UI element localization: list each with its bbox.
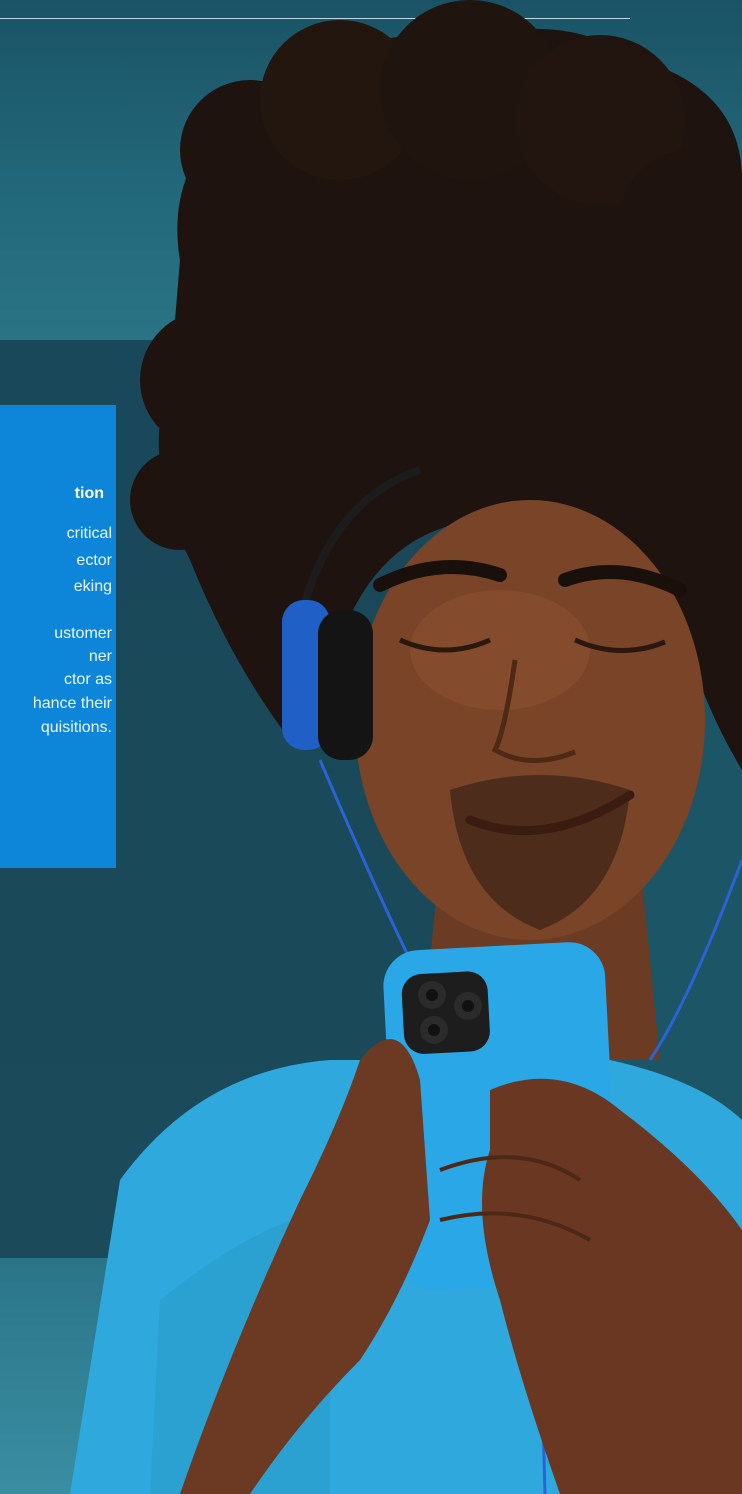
photo-illustration [70, 0, 742, 1494]
